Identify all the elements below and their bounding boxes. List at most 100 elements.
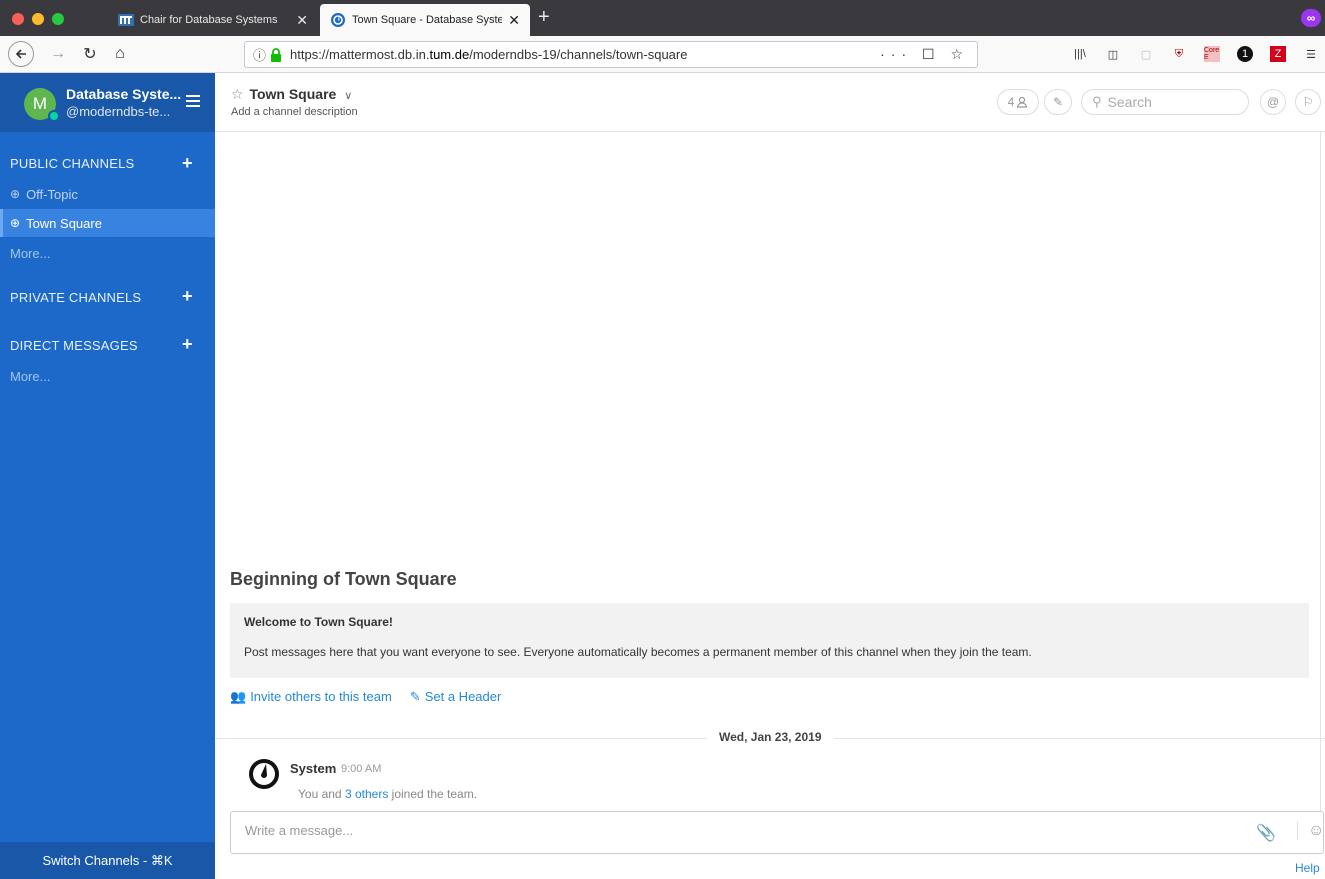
welcome-title: Welcome to Town Square!	[244, 615, 393, 629]
flag-icon: ⚐	[1302, 95, 1314, 109]
lock-icon	[271, 47, 282, 62]
tab-chair-database-systems[interactable]: Chair for Database Systems ✕	[108, 4, 318, 36]
tab-title: Chair for Database Systems	[140, 14, 278, 26]
pinned-posts-button[interactable]: ✎	[1044, 89, 1072, 115]
post-message: You and 3 others joined the team.	[298, 787, 477, 801]
search-placeholder: Search	[1107, 94, 1152, 110]
sidebar-item-town-square[interactable]: ⊕ Town Square	[0, 209, 215, 237]
channel-name: Town Square	[249, 86, 337, 102]
emoji-icon[interactable]: ☺	[1297, 822, 1324, 840]
url-bar[interactable]: ⓘ https://mattermost.db.in.tum.de/modern…	[244, 41, 978, 68]
team-username: @moderndbs-te...	[66, 104, 171, 119]
others-link[interactable]: 3 others	[345, 787, 388, 801]
globe-icon: ⊕	[10, 187, 21, 201]
search-icon: ⚲	[1092, 94, 1102, 109]
library-icon[interactable]: |||\	[1072, 46, 1088, 62]
member-count-button[interactable]: 4	[997, 89, 1039, 115]
invite-others-label: Invite others to this team	[250, 689, 392, 704]
close-tab-icon[interactable]: ✕	[508, 12, 520, 29]
add-direct-message-button[interactable]: +	[182, 334, 193, 355]
sidebar-item-label: Town Square	[26, 215, 102, 231]
zoom-window-button[interactable]	[52, 13, 64, 25]
url-prefix: https://mattermost.db.in.	[290, 47, 430, 62]
sidebar: M Database Syste... @moderndbs-te... PUB…	[0, 73, 215, 879]
welcome-text: Post messages here that you want everyon…	[244, 645, 1032, 659]
favorite-star-icon[interactable]: ☆	[231, 86, 244, 102]
invite-others-link[interactable]: 👥 Invite others to this team	[230, 689, 392, 705]
close-window-button[interactable]	[12, 13, 24, 25]
tum-logo-icon	[118, 14, 134, 26]
post-username[interactable]: System	[290, 761, 336, 776]
public-channels-title: PUBLIC CHANNELS	[10, 156, 135, 171]
at-icon: @	[1266, 95, 1280, 109]
channel-intro-title: Beginning of Town Square	[230, 569, 457, 589]
post-timestamp[interactable]: 9:00 AM	[341, 763, 381, 775]
minimize-window-button[interactable]	[32, 13, 44, 25]
chevron-down-icon: ∨	[344, 90, 353, 102]
cookie-extension-icon[interactable]: Core E	[1204, 46, 1220, 62]
close-tab-icon[interactable]: ✕	[296, 12, 308, 29]
mattermost-logo-icon	[331, 13, 345, 27]
message-input[interactable]	[245, 823, 1225, 838]
team-header[interactable]: M Database Syste... @moderndbs-te...	[0, 73, 215, 132]
channel-header: ☆ Town Square ∨ Add a channel descriptio…	[215, 73, 1325, 132]
mattermost-system-avatar-icon	[249, 759, 279, 789]
set-header-label: Set a Header	[424, 689, 502, 704]
globe-icon: ⊕	[10, 216, 21, 230]
home-button[interactable]: ⌂	[110, 42, 130, 66]
post-message-prefix: You and	[298, 787, 345, 801]
channel-title[interactable]: ☆ Town Square ∨	[231, 86, 352, 103]
ublock-icon[interactable]: ⛨	[1171, 46, 1187, 62]
channel-description[interactable]: Add a channel description	[231, 106, 358, 118]
date-separator-label: Wed, Jan 23, 2019	[707, 730, 834, 744]
forward-button[interactable]: →	[48, 42, 68, 66]
recent-mentions-button[interactable]: @	[1260, 89, 1286, 115]
direct-messages-title: DIRECT MESSAGES	[10, 338, 138, 353]
extension-blank-icon[interactable]: ▢	[1138, 46, 1154, 62]
page-actions[interactable]: ··· ☐ ☆	[880, 46, 969, 63]
add-public-channel-button[interactable]: +	[182, 153, 193, 174]
browser-tab-bar: Chair for Database Systems ✕ Town Square…	[0, 0, 1325, 36]
scroll-border	[1320, 132, 1321, 812]
reload-button[interactable]: ↻	[80, 42, 100, 66]
flagged-posts-button[interactable]: ⚐	[1295, 89, 1321, 115]
post-message-suffix: joined the team.	[388, 787, 478, 801]
toolbar-icons: |||\ ◫ ▢ ⛨ Core E 1 Z ☰	[1072, 46, 1319, 62]
switch-channels-button[interactable]: Switch Channels - ⌘K	[0, 842, 215, 879]
search-input[interactable]: ⚲ Search	[1081, 89, 1249, 115]
more-direct-messages-link[interactable]: More...	[10, 369, 50, 384]
tab-title: Town Square - Database Syster	[352, 14, 503, 26]
help-link[interactable]: Help	[1295, 861, 1320, 875]
new-tab-button[interactable]: +	[538, 6, 550, 29]
info-icon[interactable]: ⓘ	[253, 45, 266, 64]
url-path: /moderndbs-19/channels/town-square	[469, 47, 688, 62]
hamburger-menu-icon[interactable]	[186, 95, 200, 110]
attachment-icon[interactable]: 📎	[1256, 823, 1276, 843]
message-composer[interactable]: 📎 ☺	[230, 811, 1324, 854]
back-button[interactable]	[8, 41, 34, 67]
tab-town-square[interactable]: Town Square - Database Syster ✕	[320, 4, 530, 36]
online-status-icon	[48, 110, 60, 122]
pin-icon: ✎	[1052, 95, 1064, 109]
browser-nav-bar: → ↻ ⌂ ⓘ https://mattermost.db.in.tum.de/…	[0, 36, 1325, 73]
pencil-icon: ✎	[409, 689, 421, 704]
add-user-icon: 👥	[230, 689, 247, 704]
zotero-icon[interactable]: Z	[1270, 46, 1286, 62]
url-domain: tum.de	[429, 47, 470, 62]
sidebar-item-label: Off-Topic	[26, 186, 78, 202]
set-header-link[interactable]: ✎ Set a Header	[410, 689, 502, 705]
sidebar-toggle-icon[interactable]: ◫	[1105, 46, 1121, 62]
arrow-left-icon	[15, 49, 26, 59]
menu-icon[interactable]: ☰	[1303, 46, 1319, 62]
main-content: ☆ Town Square ∨ Add a channel descriptio…	[215, 73, 1325, 879]
member-count: 4	[1007, 95, 1015, 109]
more-public-channels-link[interactable]: More...	[10, 246, 50, 261]
team-name: Database Syste...	[66, 86, 182, 102]
sidebar-item-off-topic[interactable]: ⊕ Off-Topic	[0, 180, 215, 208]
welcome-box: Welcome to Town Square! Post messages he…	[230, 603, 1309, 678]
add-private-channel-button[interactable]: +	[182, 286, 193, 307]
private-browsing-mask-icon: ∞	[1301, 9, 1321, 27]
onepassword-icon[interactable]: 1	[1237, 46, 1253, 62]
url-text: https://mattermost.db.in.tum.de/moderndb…	[290, 47, 880, 62]
private-channels-title: PRIVATE CHANNELS	[10, 290, 142, 305]
